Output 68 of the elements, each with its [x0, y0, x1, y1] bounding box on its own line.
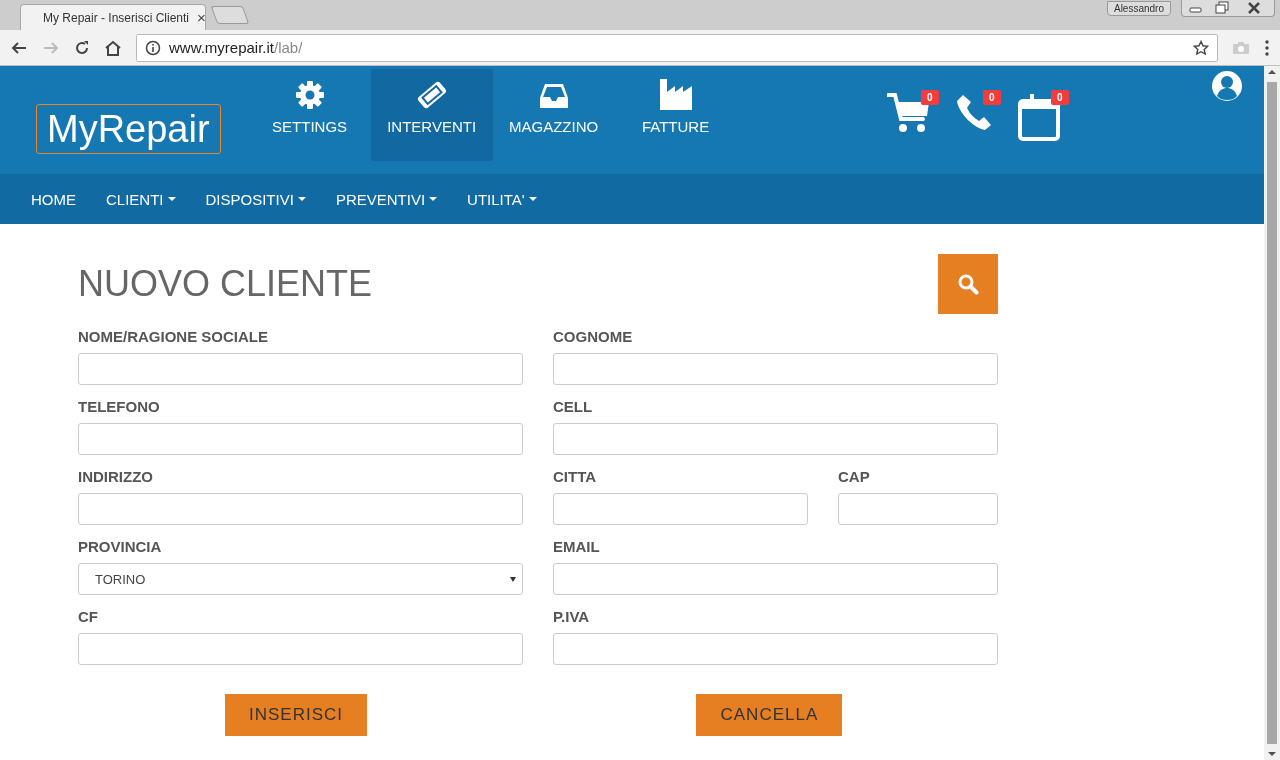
module-tab[interactable]: FATTURE: [614, 69, 737, 161]
search-icon: [957, 273, 979, 295]
dropdown-icon: [510, 576, 516, 582]
field-label: PROVINCIA: [78, 538, 163, 557]
module-label: FATTURE: [642, 118, 710, 135]
input-field[interactable]: [78, 633, 523, 665]
nav-menu-item[interactable]: DISPOSITIVI: [205, 190, 306, 208]
logo[interactable]: MyRepair: [36, 104, 221, 154]
input-field[interactable]: [78, 423, 523, 455]
field-label: P.IVA: [553, 608, 591, 627]
calendar-icon[interactable]: [1016, 92, 1061, 142]
scrollbar[interactable]: [1264, 66, 1280, 760]
module-tab[interactable]: SETTINGS: [248, 69, 371, 161]
url-text: www.myrepair.it/lab/: [169, 39, 304, 56]
info-icon: [145, 39, 161, 56]
new-tab-button[interactable]: [210, 6, 250, 24]
field-label: COGNOME: [553, 328, 634, 347]
home-icon[interactable]: [104, 39, 122, 56]
menu-icon[interactable]: [1264, 39, 1270, 56]
nav-menu-item[interactable]: PREVENTIVI: [335, 190, 438, 208]
search-button[interactable]: [938, 254, 998, 314]
input-field[interactable]: [553, 633, 998, 665]
star-icon[interactable]: [1193, 39, 1209, 56]
nav-menu-item[interactable]: UTILITA': [467, 190, 537, 208]
count-badge: 0: [1051, 90, 1069, 105]
reload-icon[interactable]: [74, 39, 90, 56]
field-label: CITTA: [553, 468, 598, 487]
page-title: NUOVO CLIENTE: [78, 263, 373, 305]
input-field[interactable]: [553, 353, 998, 385]
tab-title: My Repair - Inserisci Clienti: [43, 10, 190, 25]
factory-icon: [658, 78, 693, 110]
forward-icon[interactable]: [42, 39, 60, 56]
nav-menu-item[interactable]: HOME: [31, 190, 76, 208]
field-label: INDIRIZZO: [78, 468, 154, 487]
inbox-icon: [538, 82, 569, 110]
input-field[interactable]: [78, 353, 523, 385]
user-avatar-icon[interactable]: [1210, 69, 1244, 103]
nav-menu-item[interactable]: CLIENTI: [106, 190, 176, 208]
camera-icon[interactable]: [1232, 40, 1250, 55]
module-tab[interactable]: MAGAZZINO: [492, 69, 615, 161]
input-field[interactable]: [553, 493, 808, 525]
field-label: TELEFONO: [78, 398, 161, 417]
module-tab[interactable]: INTERVENTI: [370, 69, 493, 161]
browser-tab[interactable]: My Repair - Inserisci Clienti ×: [20, 4, 206, 30]
input-field[interactable]: [78, 493, 523, 525]
cancel-button[interactable]: CANCELLA: [696, 694, 843, 736]
back-icon[interactable]: [10, 39, 28, 56]
field-label: NOME/RAGIONE SOCIALE: [78, 328, 269, 347]
cart-icon[interactable]: [886, 92, 931, 134]
input-field[interactable]: [553, 423, 998, 455]
close-tab-button[interactable]: ×: [197, 9, 206, 26]
count-badge: 0: [983, 90, 1001, 105]
input-field[interactable]: [553, 563, 998, 595]
module-label: MAGAZZINO: [509, 118, 599, 135]
gear-icon: [294, 80, 325, 110]
field-label: CF: [78, 608, 99, 627]
module-label: SETTINGS: [272, 118, 348, 135]
field-label: EMAIL: [553, 538, 601, 557]
select-field[interactable]: TORINO: [78, 563, 523, 595]
phone-icon[interactable]: [954, 92, 993, 132]
insert-button[interactable]: INSERISCI: [225, 694, 368, 736]
profile-button[interactable]: Alessandro: [1106, 1, 1171, 16]
input-field[interactable]: [838, 493, 998, 525]
field-label: CAP: [838, 468, 871, 487]
count-badge: 0: [921, 90, 939, 105]
address-bar[interactable]: www.myrepair.it/lab/: [136, 33, 1218, 62]
field-label: CELL: [553, 398, 594, 417]
module-label: INTERVENTI: [387, 118, 477, 135]
